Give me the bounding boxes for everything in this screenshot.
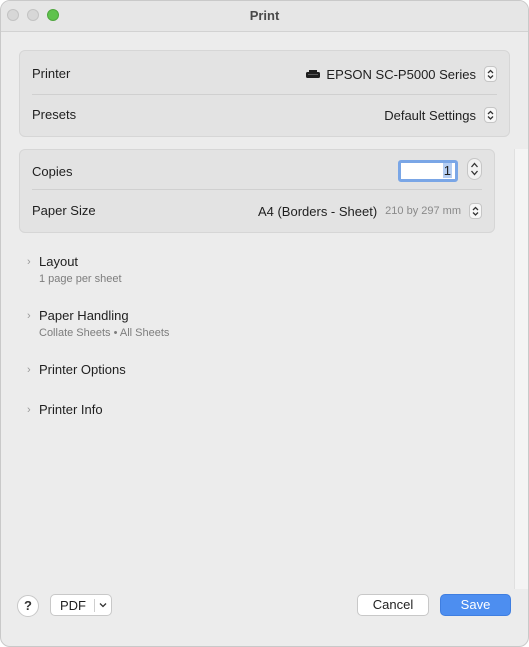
section-name: Layout bbox=[39, 254, 79, 269]
copies-row: Copies 1 bbox=[32, 158, 482, 182]
divider bbox=[94, 599, 95, 612]
copies-value: 1 bbox=[442, 163, 452, 178]
printer-value: EPSON SC-P5000 Series bbox=[326, 66, 476, 82]
section-name: Printer Info bbox=[39, 402, 103, 417]
paper-size-select[interactable]: A4 (Borders - Sheet) 210 by 297 mm bbox=[258, 203, 482, 219]
pdf-label: PDF bbox=[60, 598, 86, 613]
printer-select[interactable]: EPSON SC-P5000 Series bbox=[305, 66, 497, 82]
printer-panel: Printer EPSON SC-P5000 Series Presets De… bbox=[19, 50, 510, 137]
stepper-arrows-icon bbox=[471, 162, 478, 176]
section-summary: Collate Sheets • All Sheets bbox=[39, 327, 170, 339]
paper-size-row: Paper Size A4 (Borders - Sheet) 210 by 2… bbox=[32, 203, 482, 221]
section-summary: 1 page per sheet bbox=[39, 273, 122, 285]
section-name: Paper Handling bbox=[39, 308, 129, 323]
print-dialog: Print Printer EPSON SC-P5000 Series Pres… bbox=[0, 0, 529, 647]
help-button[interactable]: ? bbox=[17, 595, 39, 617]
chevron-right-icon: › bbox=[27, 256, 31, 268]
updown-chevron-icon bbox=[484, 66, 497, 82]
updown-chevron-icon bbox=[469, 203, 482, 219]
cancel-button[interactable]: Cancel bbox=[357, 594, 429, 616]
printer-icon bbox=[306, 70, 321, 78]
copies-label: Copies bbox=[32, 164, 73, 179]
divider bbox=[32, 94, 497, 95]
save-button[interactable]: Save bbox=[440, 594, 511, 616]
window-title: Print bbox=[249, 8, 280, 23]
presets-row: Presets Default Settings bbox=[32, 107, 497, 125]
presets-value: Default Settings bbox=[384, 107, 476, 123]
presets-label: Presets bbox=[32, 107, 77, 122]
copies-input[interactable]: 1 bbox=[398, 160, 458, 182]
chevron-right-icon: › bbox=[27, 364, 31, 376]
footer-bar: ? PDF Cancel Save bbox=[1, 586, 528, 646]
chevron-right-icon: › bbox=[27, 404, 31, 416]
presets-select[interactable]: Default Settings bbox=[384, 107, 497, 123]
updown-chevron-icon bbox=[484, 107, 497, 123]
chevron-down-icon bbox=[99, 603, 107, 608]
copies-panel: Copies 1 Paper Size A4 (Borders - Sheet)… bbox=[19, 149, 495, 233]
printer-label: Printer bbox=[32, 66, 71, 81]
title-bar: Print bbox=[1, 1, 528, 32]
chevron-right-icon: › bbox=[27, 310, 31, 322]
paper-size-value: A4 (Borders - Sheet) bbox=[257, 203, 378, 219]
divider bbox=[32, 189, 482, 190]
scrollbar[interactable] bbox=[514, 149, 528, 589]
printer-row: Printer EPSON SC-P5000 Series bbox=[32, 66, 497, 84]
copies-stepper[interactable] bbox=[467, 158, 482, 180]
pdf-menu-button[interactable]: PDF bbox=[50, 594, 112, 616]
section-name: Printer Options bbox=[39, 362, 126, 377]
paper-size-dimensions: 210 by 297 mm bbox=[385, 205, 461, 217]
paper-size-label: Paper Size bbox=[32, 203, 96, 218]
